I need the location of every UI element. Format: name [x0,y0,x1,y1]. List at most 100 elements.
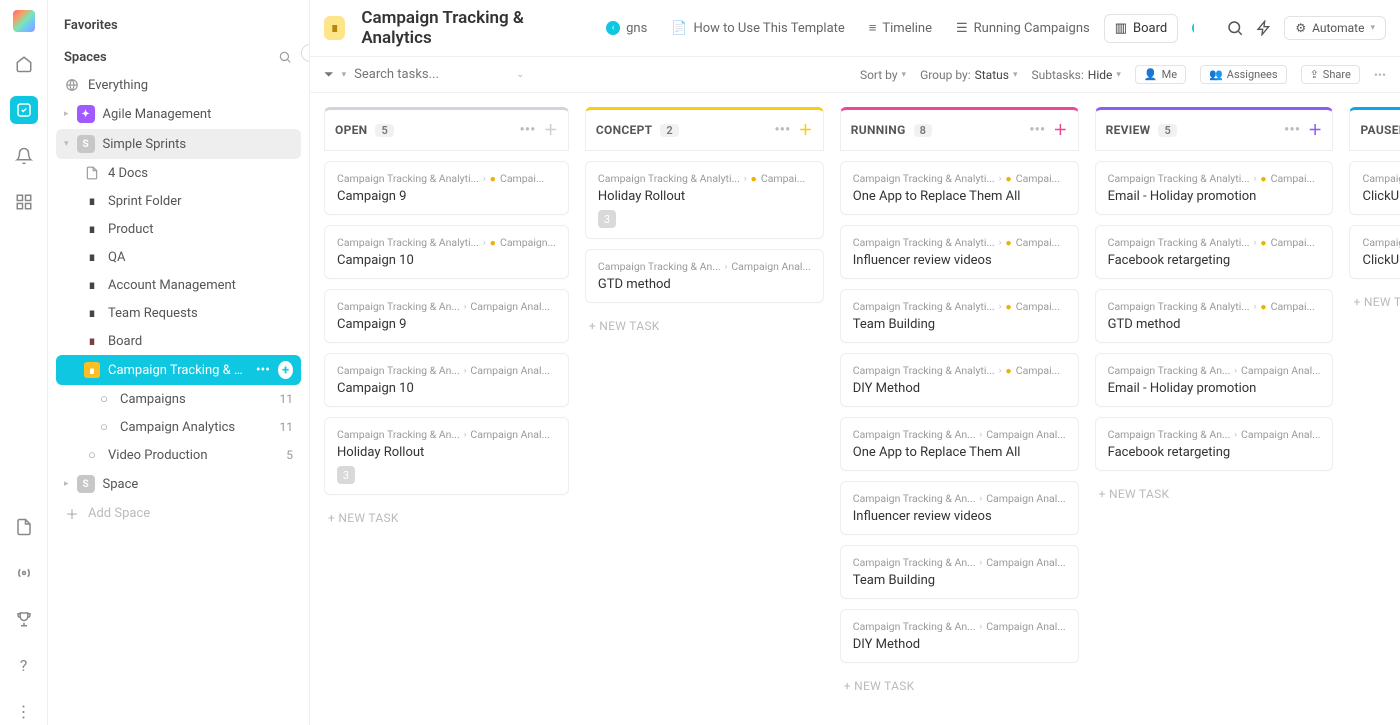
task-card[interactable]: Campaign Tracking & An... › Campaign Ana… [1095,353,1334,407]
search-icon[interactable] [277,49,293,65]
column-header[interactable]: RUNNING 8 ••• ＋ [840,107,1079,151]
status-dot-icon: ● [1260,236,1266,249]
task-card[interactable]: Campaign Tracking & Analyti... › ● Campa… [840,353,1079,407]
sidebar-item-team-requests[interactable]: ∎Team Requests [56,299,301,327]
column-header[interactable]: PAUSED 2 ••• ＋ [1349,107,1400,151]
task-card[interactable]: Campaign Tracking & An... › Campaign Ana… [840,481,1079,535]
docs-icon[interactable] [10,513,38,541]
task-card[interactable]: Campaign Tracking & Analyti... › ● Campa… [324,161,569,215]
task-card[interactable]: Campaign Tracking & An... › Campaign Ana… [324,289,569,343]
subtasks-button[interactable]: Subtasks: Hide▾ [1031,68,1120,82]
share-button[interactable]: ⇪Share [1301,65,1360,84]
add-task-icon[interactable]: ＋ [1053,120,1067,140]
add-task-icon[interactable]: ＋ [544,120,558,140]
task-card[interactable]: Campaign Tracking & An... › Campaign Ana… [324,353,569,407]
task-breadcrumb: Campaign Tracking & An... › Campaign Ana… [853,620,1066,633]
sidebar-item-campaign-tracking[interactable]: ∎ Campaign Tracking & Analy... ••• + [56,355,301,385]
more-icon[interactable]: ••• [774,122,790,138]
sidebar-everything[interactable]: Everything [56,71,301,99]
task-card[interactable]: Campaign Tracking & An... › Campaign Ana… [840,417,1079,471]
task-card[interactable]: Campaign Tracking & An... › Campaign Ana… [585,249,824,303]
search-icon[interactable] [1226,19,1244,37]
sidebar-spaces-header[interactable]: Spaces [56,43,301,71]
more-icon[interactable]: ••• [520,122,536,138]
task-card[interactable]: Campaign Tracking & Analyti... › ● Campa… [585,161,824,239]
task-card[interactable]: Campaign Tracking & Analyti... › ● Campa… [840,289,1079,343]
sidebar-add-space[interactable]: ＋ Add Space [56,499,301,527]
sidebar-item-docs[interactable]: 4 Docs [56,159,301,187]
more-icon[interactable]: ••• [1374,68,1386,82]
more-icon[interactable]: ⋮ [10,697,38,725]
column-header[interactable]: OPEN 5 ••• ＋ [324,107,569,151]
column-body: Campaign Tracking & Analyti... › ● Campa… [585,161,824,349]
new-task-button[interactable]: + NEW TASK [1095,481,1334,507]
task-card[interactable]: Campaign Tracking & Analyti... › ● Campa… [840,225,1079,279]
sidebar-item-video-production[interactable]: ○Video Production5 [56,441,301,469]
add-task-icon[interactable]: ＋ [798,120,812,140]
task-breadcrumb: Campaign Tracking & An... › Campaign Ana… [853,492,1066,505]
column-header[interactable]: REVIEW 5 ••• ＋ [1095,107,1334,151]
task-card[interactable]: Campaign Tracking & An... › Campaign Ana… [324,417,569,495]
new-task-button[interactable]: + NEW TASK [585,313,824,339]
sidebar-item-campaign-analytics[interactable]: ○Campaign Analytics11 [56,413,301,441]
home-icon[interactable] [10,50,38,78]
chevron-right-icon: › [979,494,982,504]
tab-add-view[interactable]: ›＋View [1182,13,1194,44]
column-header[interactable]: CONCEPT 2 ••• ＋ [585,107,824,151]
tab-howto[interactable]: 📄How to Use This Template [661,15,855,42]
task-card[interactable]: Campaign Tracking & Analyti... › ● Campa… [840,161,1079,215]
dashboards-icon[interactable] [10,188,38,216]
new-task-button[interactable]: + NEW TASK [1349,289,1400,315]
task-card[interactable]: Campaign Tracking & Ana ClickUp [1349,161,1400,215]
add-icon[interactable]: + [278,361,293,379]
more-icon[interactable]: ••• [1029,122,1045,138]
tab-campaigns-partial[interactable]: ‹gns [596,15,657,42]
tasks-icon[interactable] [10,96,38,124]
sidebar-item-account-mgmt[interactable]: ∎Account Management [56,271,301,299]
more-icon[interactable]: ••• [256,362,270,378]
new-task-button[interactable]: + NEW TASK [840,673,1079,699]
sidebar-item-product[interactable]: ∎Product [56,215,301,243]
sidebar-item-campaigns[interactable]: ○Campaigns11 [56,385,301,413]
sidebar-collapse-icon[interactable]: ‹ [301,44,310,62]
add-task-icon[interactable]: ＋ [1308,120,1322,140]
sidebar-item-agile[interactable]: ▸ ✦ Agile Management [56,99,301,129]
search-input[interactable] [354,67,494,82]
group-by-button[interactable]: Group by: Status▾ [920,68,1017,82]
more-icon[interactable]: ••• [1284,122,1300,138]
task-card[interactable]: Campaign Tracking & Analyti... › ● Campa… [1095,225,1334,279]
task-card[interactable]: Campaign Tracking & An ClickUp [1349,225,1400,279]
task-card[interactable]: Campaign Tracking & An... › Campaign Ana… [1095,417,1334,471]
task-card[interactable]: Campaign Tracking & Analyti... › ● Campa… [1095,161,1334,215]
assignees-button[interactable]: 👥Assignees [1200,65,1287,84]
bell-icon[interactable] [10,142,38,170]
sidebar-item-board[interactable]: ∎Board [56,327,301,355]
new-task-button[interactable]: + NEW TASK [324,505,569,531]
tab-board[interactable]: ▥Board [1104,14,1179,43]
me-button[interactable]: 👤Me [1135,65,1186,84]
chevron-down-icon[interactable]: ⌄ [516,70,524,80]
task-card[interactable]: Campaign Tracking & An... › Campaign Ana… [840,545,1079,599]
tab-timeline[interactable]: ≡Timeline [859,14,942,42]
task-breadcrumb: Campaign Tracking & Analyti... › ● Campa… [853,172,1066,185]
chevron-right-icon: › [1254,302,1257,312]
task-title: Influencer review videos [853,253,1066,268]
tab-running[interactable]: ☰Running Campaigns [946,15,1100,42]
sidebar-item-space[interactable]: ▸ S Space [56,469,301,499]
automate-button[interactable]: ⚙Automate▾ [1284,16,1386,40]
sidebar-favorites-header[interactable]: Favorites [56,12,301,39]
trophy-icon[interactable] [10,605,38,633]
bolt-icon[interactable] [1256,20,1272,36]
sort-by-button[interactable]: Sort by▾ [860,68,906,82]
task-card[interactable]: Campaign Tracking & Analyti... › ● Campa… [324,225,569,279]
app-logo-icon[interactable] [13,10,35,32]
sidebar-item-sprint-folder[interactable]: ∎Sprint Folder [56,187,301,215]
task-card[interactable]: Campaign Tracking & An... › Campaign Ana… [840,609,1079,663]
task-breadcrumb: Campaign Tracking & An [1362,236,1400,249]
help-icon[interactable]: ? [10,651,38,679]
sidebar-item-simple-sprints[interactable]: ▾ S Simple Sprints [56,129,301,159]
filter-icon[interactable]: ⏷ [324,67,334,82]
sidebar-item-qa[interactable]: ∎QA [56,243,301,271]
task-card[interactable]: Campaign Tracking & Analyti... › ● Campa… [1095,289,1334,343]
pulse-icon[interactable] [10,559,38,587]
